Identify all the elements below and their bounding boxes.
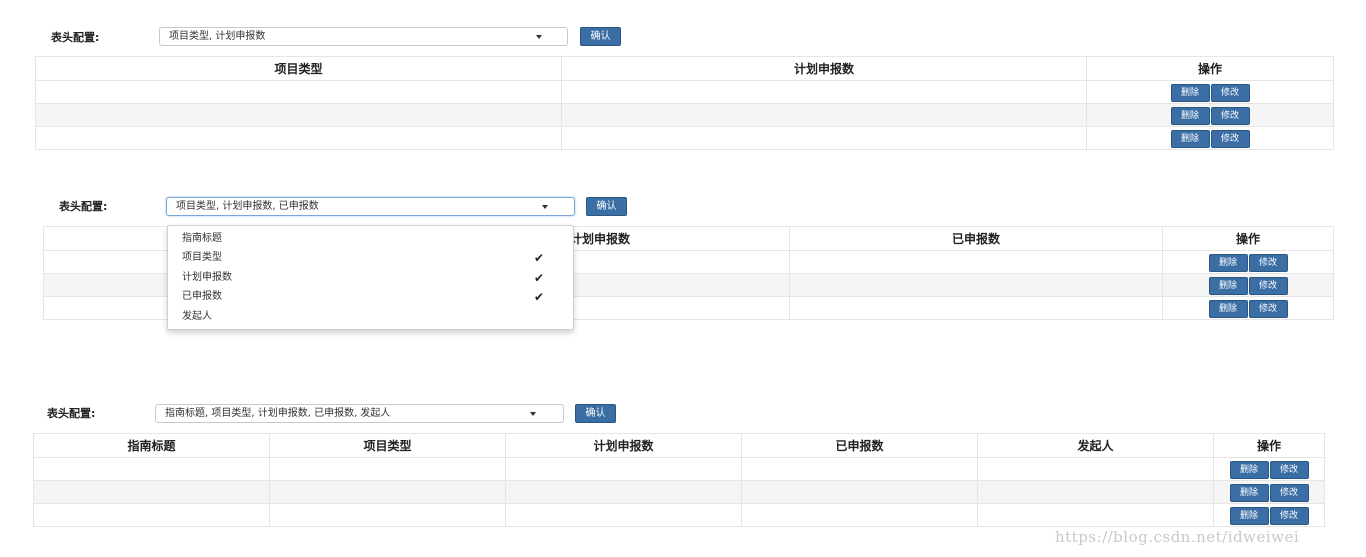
delete-button[interactable]: 删除 (1170, 106, 1210, 125)
header-config-select[interactable]: 指南标题, 项目类型, 计划申报数, 已申报数, 发起人 (155, 404, 564, 423)
delete-button[interactable]: 删除 (1208, 253, 1248, 272)
edit-button[interactable]: 修改 (1210, 129, 1250, 148)
actions-cell: 删除 修改 (1162, 250, 1334, 274)
actions-cell: 删除 修改 (1086, 103, 1334, 127)
actions-cell: 删除 修改 (1086, 80, 1334, 104)
watermark-text: https://blog.csdn.net/idweiwei (1055, 528, 1300, 546)
table-row: 删除 修改 (33, 480, 1325, 504)
table-cell (505, 480, 742, 504)
table-cell (741, 480, 978, 504)
table-cell (977, 457, 1214, 481)
table-cell (505, 457, 742, 481)
confirm-button[interactable]: 确认 (586, 197, 627, 216)
table-cell (741, 457, 978, 481)
column-header: 发起人 (977, 433, 1214, 458)
caret-down-icon (542, 205, 548, 209)
table-cell (505, 503, 742, 527)
edit-button[interactable]: 修改 (1269, 460, 1309, 479)
select-value: 项目类型, 计划申报数, 已申报数 (176, 201, 319, 212)
caret-down-icon (536, 35, 542, 39)
delete-button[interactable]: 删除 (1208, 276, 1248, 295)
delete-button[interactable]: 删除 (1170, 129, 1210, 148)
table-cell (561, 103, 1087, 127)
select-value: 项目类型, 计划申报数 (169, 31, 266, 42)
table-cell (35, 80, 562, 104)
header-config-select[interactable]: 项目类型, 计划申报数 (159, 27, 568, 46)
table-cell (789, 273, 1163, 297)
column-header: 已申报数 (789, 226, 1163, 251)
checkmark-icon: ✔ (534, 271, 545, 285)
actions-cell: 删除 修改 (1213, 480, 1325, 504)
column-header: 项目类型 (35, 56, 562, 81)
column-header: 操作 (1213, 433, 1325, 458)
delete-button[interactable]: 删除 (1229, 506, 1269, 525)
dropdown-option[interactable]: 项目类型 (182, 251, 222, 265)
table-cell (977, 480, 1214, 504)
table-row: 删除 修改 (35, 126, 1334, 150)
table-header-row: 项目类型 计划申报数 操作 (35, 56, 1334, 81)
actions-cell: 删除 修改 (1162, 273, 1334, 297)
edit-button[interactable]: 修改 (1210, 106, 1250, 125)
table-row: 删除 修改 (33, 503, 1325, 527)
delete-button[interactable]: 删除 (1229, 483, 1269, 502)
column-header: 操作 (1086, 56, 1334, 81)
table-cell (33, 503, 270, 527)
header-config-label: 表头配置: (59, 200, 108, 213)
table-cell (269, 480, 506, 504)
data-table: 指南标题 项目类型 计划申报数 已申报数 发起人 操作 删除 修改 删除 修改 删除… (33, 433, 1325, 527)
edit-button[interactable]: 修改 (1269, 506, 1309, 525)
table-cell (977, 503, 1214, 527)
table-header-row: 指南标题 项目类型 计划申报数 已申报数 发起人 操作 (33, 433, 1325, 458)
header-config-label: 表头配置: (47, 407, 96, 420)
table-cell (789, 296, 1163, 320)
header-config-label: 表头配置: (51, 31, 100, 44)
table-cell (35, 103, 562, 127)
dropdown-option[interactable]: 发起人 (182, 310, 212, 324)
column-header: 操作 (1162, 226, 1334, 251)
actions-cell: 删除 修改 (1213, 503, 1325, 527)
actions-cell: 删除 修改 (1086, 126, 1334, 150)
table-cell (741, 503, 978, 527)
column-header-label: 计划申报数 (570, 232, 631, 246)
table-cell (561, 80, 1087, 104)
confirm-button[interactable]: 确认 (575, 404, 616, 423)
data-table: 项目类型 计划申报数 操作 删除 修改 删除 修改 删除 修改 (35, 56, 1334, 150)
delete-button[interactable]: 删除 (1170, 83, 1210, 102)
actions-cell: 删除 修改 (1162, 296, 1334, 320)
checkmark-icon: ✔ (534, 290, 545, 304)
delete-button[interactable]: 删除 (1229, 460, 1269, 479)
column-header: 项目类型 (269, 433, 506, 458)
select-value: 指南标题, 项目类型, 计划申报数, 已申报数, 发起人 (165, 408, 391, 419)
table-cell (35, 126, 562, 150)
column-header: 计划申报数 (505, 433, 742, 458)
edit-button[interactable]: 修改 (1248, 276, 1288, 295)
header-options-dropdown: 指南标题 项目类型 ✔ 计划申报数 ✔ 已申报数 ✔ 发起人 (167, 225, 574, 330)
caret-down-icon (530, 412, 536, 416)
column-header: 已申报数 (741, 433, 978, 458)
table-row: 删除 修改 (35, 103, 1334, 127)
edit-button[interactable]: 修改 (1269, 483, 1309, 502)
dropdown-option[interactable]: 计划申报数 (182, 271, 232, 285)
table-cell (33, 480, 270, 504)
delete-button[interactable]: 删除 (1208, 299, 1248, 318)
table-cell (33, 457, 270, 481)
dropdown-option[interactable]: 指南标题 (182, 232, 222, 246)
edit-button[interactable]: 修改 (1248, 299, 1288, 318)
edit-button[interactable]: 修改 (1248, 253, 1288, 272)
table-row: 删除 修改 (33, 457, 1325, 481)
edit-button[interactable]: 修改 (1210, 83, 1250, 102)
dropdown-option[interactable]: 已申报数 (182, 290, 222, 304)
header-config-select[interactable]: 项目类型, 计划申报数, 已申报数 (166, 197, 575, 216)
column-header: 指南标题 (33, 433, 270, 458)
table-row: 删除 修改 (35, 80, 1334, 104)
table-cell (561, 126, 1087, 150)
column-header: 计划申报数 (561, 56, 1087, 81)
table-cell (789, 250, 1163, 274)
actions-cell: 删除 修改 (1213, 457, 1325, 481)
table-cell (269, 457, 506, 481)
confirm-button[interactable]: 确认 (580, 27, 621, 46)
checkmark-icon: ✔ (534, 251, 545, 265)
table-cell (269, 503, 506, 527)
